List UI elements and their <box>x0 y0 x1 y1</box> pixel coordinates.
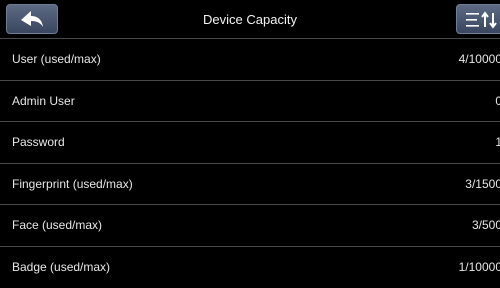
capacity-list: User (used/max) 4/10000 Admin User 0 Pas… <box>0 38 500 288</box>
row-label: Badge (used/max) <box>12 259 111 274</box>
row-value: 3/1500 <box>465 176 500 191</box>
row-label: Password <box>12 135 65 150</box>
row-value: 3/500 <box>471 218 500 233</box>
list-item-admin-user: Admin User 0 <box>0 79 500 122</box>
row-label: Face (used/max) <box>12 218 103 233</box>
row-value: 4/10000 <box>458 52 500 66</box>
list-item-user: User (used/max) 4/10000 <box>0 38 500 80</box>
list-item-fingerprint: Fingerprint (used/max) 3/1500 <box>0 162 500 205</box>
sort-menu-icon <box>466 11 497 29</box>
row-value: 1/10000 <box>458 259 500 274</box>
page-title: Device Capacity <box>203 12 297 27</box>
list-item-password: Password 1 <box>0 121 500 163</box>
header-bar: Device Capacity <box>0 0 500 38</box>
list-item-badge: Badge (used/max) 1/10000 <box>0 245 500 288</box>
sort-menu-button[interactable] <box>456 4 500 34</box>
list-item-face: Face (used/max) 3/500 <box>0 204 500 246</box>
row-label: User (used/max) <box>12 52 101 66</box>
row-value: 0 <box>495 93 500 108</box>
row-label: Fingerprint (used/max) <box>12 176 133 191</box>
row-value: 1 <box>495 135 500 150</box>
row-label: Admin User <box>12 93 75 108</box>
